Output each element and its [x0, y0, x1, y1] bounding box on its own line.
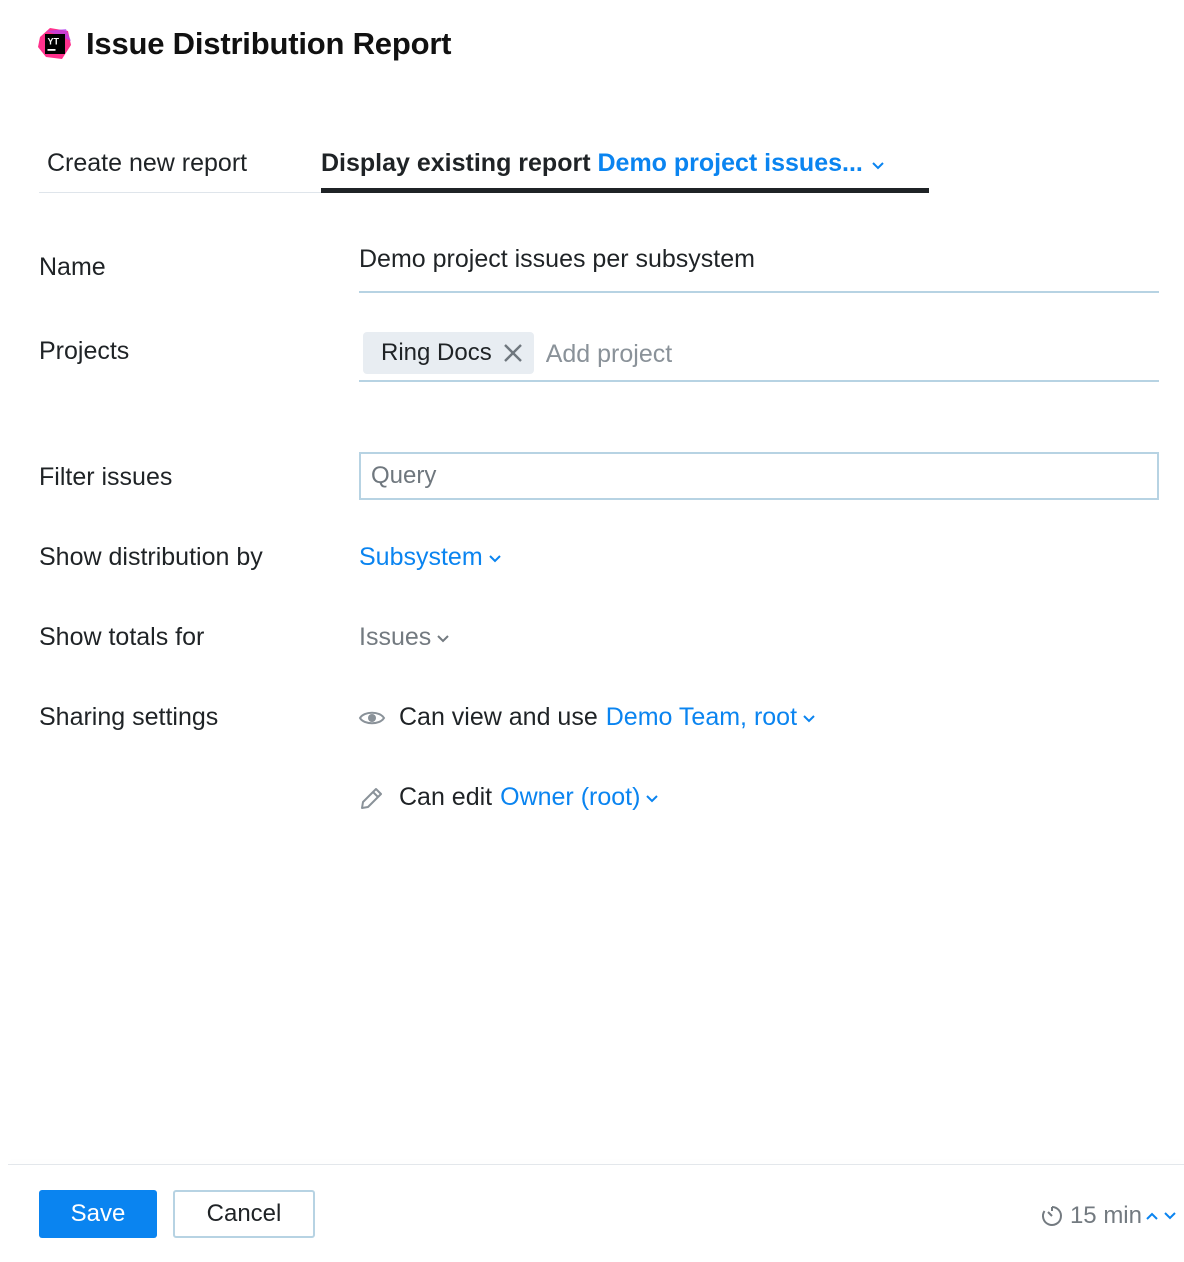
- eye-icon: [358, 708, 386, 728]
- totals-label: Show totals for: [39, 623, 205, 651]
- totals-dropdown[interactable]: Issues: [359, 623, 451, 652]
- totals-value: Issues: [359, 623, 432, 651]
- chevron-down-icon: [801, 703, 817, 732]
- distribution-label: Show distribution by: [39, 543, 263, 571]
- filter-issues-label: Filter issues: [39, 463, 173, 491]
- page-title: Issue Distribution Report: [86, 26, 452, 61]
- add-project-input[interactable]: [543, 338, 948, 370]
- edit-permission-value: Owner (root): [500, 783, 641, 811]
- chevron-down-icon[interactable]: [1162, 1210, 1178, 1222]
- footer-divider: [8, 1164, 1184, 1165]
- youtrack-logo: YT: [38, 27, 72, 61]
- distribution-value: Subsystem: [359, 543, 483, 571]
- projects-label: Projects: [39, 337, 130, 365]
- tab-display-label: Display existing report: [321, 149, 591, 177]
- tabs-divider: [39, 192, 321, 193]
- view-permission-value: Demo Team, root: [605, 703, 798, 731]
- timer-icon: [1040, 1204, 1064, 1228]
- chevron-up-icon[interactable]: [1144, 1210, 1160, 1222]
- header: YT Issue Distribution Report: [38, 26, 452, 62]
- view-permission-dropdown[interactable]: Demo Team, root: [606, 703, 817, 732]
- project-chip: Ring Docs: [363, 332, 534, 374]
- chevron-down-icon: [435, 623, 451, 652]
- edit-permission-dropdown[interactable]: Owner (root): [500, 783, 660, 812]
- tab-create-new-report[interactable]: Create new report: [47, 148, 247, 178]
- logo-text: YT: [48, 37, 60, 47]
- distribution-dropdown[interactable]: Subsystem: [359, 543, 503, 572]
- projects-field: Ring Docs: [359, 330, 1159, 382]
- view-permission-text: Can view and use: [399, 703, 598, 731]
- selected-report-name: Demo project issues...: [597, 149, 863, 177]
- edit-permission: Can edit Owner (root): [358, 783, 660, 812]
- refresh-interval-control: 15 min: [1040, 1202, 1178, 1230]
- chevron-down-icon: [644, 783, 660, 812]
- edit-permission-text: Can edit: [399, 783, 493, 811]
- selected-report-dropdown[interactable]: Demo project issues...: [597, 149, 885, 177]
- chevron-down-icon: [487, 543, 503, 572]
- save-button[interactable]: Save: [39, 1190, 157, 1238]
- view-permission: Can view and use Demo Team, root: [358, 703, 817, 732]
- cancel-button[interactable]: Cancel: [173, 1190, 315, 1238]
- query-input[interactable]: [359, 452, 1159, 500]
- chevron-down-icon: [870, 149, 886, 179]
- name-field[interactable]: Demo project issues per subsystem: [359, 238, 1159, 293]
- report-tabs: Create new report Display existing repor…: [39, 140, 931, 196]
- project-chip-label: Ring Docs: [381, 339, 492, 366]
- close-icon[interactable]: [502, 342, 524, 364]
- report-dialog: YT Issue Distribution Report Create new …: [0, 0, 1184, 1262]
- sharing-settings-label: Sharing settings: [39, 703, 219, 731]
- refresh-interval-value: 15 min: [1069, 1202, 1142, 1229]
- name-label: Name: [39, 253, 106, 281]
- active-tab-indicator: [321, 188, 929, 193]
- tab-display-existing-report[interactable]: Display existing report Demo project iss…: [321, 148, 886, 179]
- pencil-icon: [358, 785, 386, 811]
